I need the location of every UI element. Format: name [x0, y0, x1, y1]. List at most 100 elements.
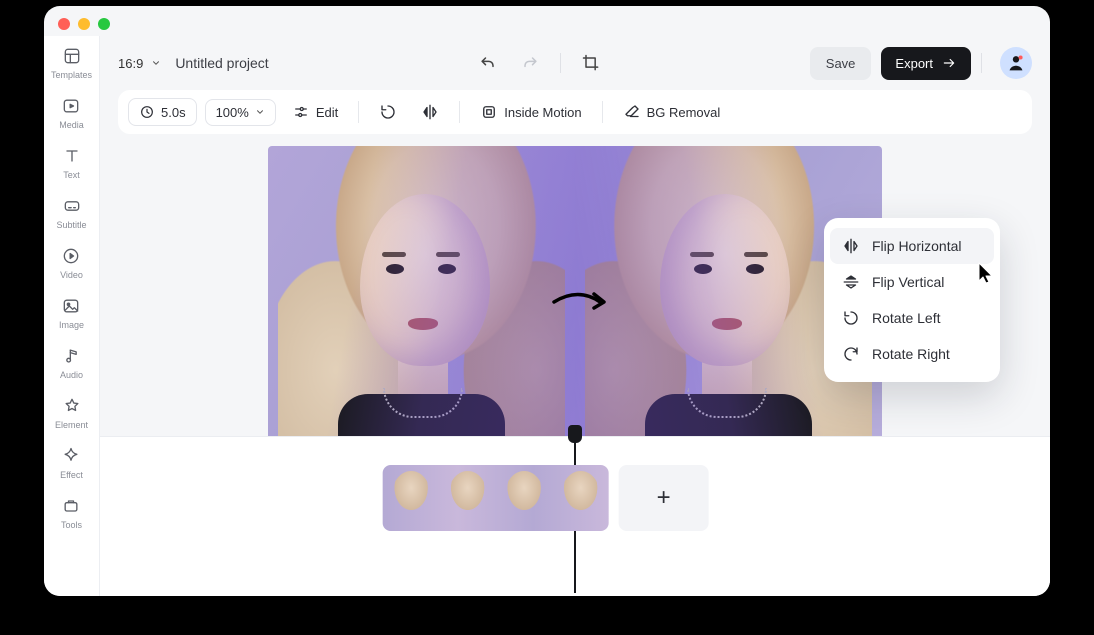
sidebar-item-audio[interactable]: Audio: [60, 346, 83, 380]
edit-label: Edit: [316, 105, 338, 120]
effect-icon: [61, 446, 81, 466]
sidebar-label: Subtitle: [56, 220, 86, 230]
editing-toolbar: 5.0s 100% Edit Inside Motion: [118, 90, 1032, 134]
context-menu-item-flip-vertical[interactable]: Flip Vertical: [824, 264, 1000, 300]
inside-motion-button[interactable]: Inside Motion: [472, 99, 589, 125]
user-avatar[interactable]: [1000, 47, 1032, 79]
zoom-value: 100%: [216, 105, 249, 120]
chevron-down-icon: [255, 107, 265, 117]
context-menu-label: Flip Vertical: [872, 274, 944, 290]
timeline-clips: +: [383, 465, 709, 531]
context-menu: Flip Horizontal Flip Vertical Rotate Lef…: [824, 218, 1000, 382]
project-name[interactable]: Untitled project: [175, 55, 268, 71]
aspect-ratio-dropdown[interactable]: 16:9: [118, 56, 161, 71]
divider: [358, 101, 359, 123]
divider: [560, 53, 561, 73]
audio-icon: [62, 346, 82, 366]
rotate-right-icon: [842, 345, 860, 363]
sidebar-item-tools[interactable]: Tools: [61, 496, 82, 530]
sidebar-label: Video: [60, 270, 83, 280]
text-icon: [62, 146, 82, 166]
context-menu-item-flip-horizontal[interactable]: Flip Horizontal: [830, 228, 994, 264]
app-window: Templates Media Text Subtitle Video Imag…: [44, 6, 1050, 596]
motion-icon: [480, 103, 498, 121]
sidebar-item-video[interactable]: Video: [60, 246, 83, 280]
sidebar-item-element[interactable]: Element: [55, 396, 88, 430]
sidebar-item-image[interactable]: Image: [59, 296, 84, 330]
sidebar-label: Effect: [60, 470, 83, 480]
context-menu-label: Flip Horizontal: [872, 238, 961, 254]
save-button-label: Save: [826, 56, 856, 71]
rotate-button[interactable]: [371, 99, 405, 125]
sidebar-label: Image: [59, 320, 84, 330]
flip-vertical-icon: [842, 273, 860, 291]
sidebar-label: Media: [59, 120, 84, 130]
top-bar: 16:9 Untitled project Save Expor: [100, 36, 1050, 90]
crop-button[interactable]: [579, 51, 603, 75]
divider: [981, 53, 982, 73]
sidebar-label: Text: [63, 170, 80, 180]
save-button[interactable]: Save: [810, 47, 872, 80]
flip-horizontal-icon: [421, 103, 439, 121]
canvas-image-left: [268, 146, 575, 466]
sidebar-label: Audio: [60, 370, 83, 380]
sidebar-label: Templates: [51, 70, 92, 80]
crop-icon: [581, 53, 601, 73]
context-menu-label: Rotate Left: [872, 310, 941, 326]
bg-removal-label: BG Removal: [647, 105, 721, 120]
divider: [459, 101, 460, 123]
edit-button[interactable]: Edit: [284, 99, 346, 125]
duration-pill[interactable]: 5.0s: [128, 98, 197, 126]
redo-icon: [520, 53, 540, 73]
arrow-right-icon: [941, 56, 957, 70]
context-menu-label: Rotate Right: [872, 346, 950, 362]
rotate-left-icon: [842, 309, 860, 327]
timeline[interactable]: +: [100, 436, 1050, 596]
inside-motion-label: Inside Motion: [504, 105, 581, 120]
sidebar-item-media[interactable]: Media: [59, 96, 84, 130]
close-window-icon[interactable]: [58, 18, 70, 30]
export-button-label: Export: [895, 56, 933, 71]
flip-button[interactable]: [413, 99, 447, 125]
aspect-ratio-value: 16:9: [118, 56, 143, 71]
sidebar-label: Tools: [61, 520, 82, 530]
rotate-icon: [379, 103, 397, 121]
avatar-icon: [1005, 52, 1027, 74]
add-clip-button[interactable]: +: [619, 465, 709, 531]
sliders-icon: [292, 103, 310, 121]
export-button[interactable]: Export: [881, 47, 971, 80]
bg-removal-button[interactable]: BG Removal: [615, 99, 729, 125]
canvas[interactable]: [268, 146, 882, 466]
sidebar-item-subtitle[interactable]: Subtitle: [56, 196, 86, 230]
media-icon: [61, 96, 81, 116]
maximize-window-icon[interactable]: [98, 18, 110, 30]
video-icon: [61, 246, 81, 266]
add-clip-label: +: [657, 484, 671, 512]
undo-icon: [478, 53, 498, 73]
templates-icon: [62, 46, 82, 66]
window-controls: [58, 18, 110, 30]
image-icon: [61, 296, 81, 316]
zoom-pill[interactable]: 100%: [205, 99, 276, 126]
subtitle-icon: [62, 196, 82, 216]
timeline-clip[interactable]: [383, 465, 609, 531]
flip-horizontal-icon: [842, 237, 860, 255]
tools-icon: [61, 496, 81, 516]
duration-value: 5.0s: [161, 105, 186, 120]
chevron-down-icon: [151, 58, 161, 68]
arrow-right-icon: [550, 284, 610, 324]
sidebar-item-templates[interactable]: Templates: [51, 46, 92, 80]
undo-button[interactable]: [476, 51, 500, 75]
left-sidebar: Templates Media Text Subtitle Video Imag…: [44, 36, 100, 596]
sidebar-item-text[interactable]: Text: [62, 146, 82, 180]
cursor-icon: [978, 262, 994, 284]
context-menu-item-rotate-right[interactable]: Rotate Right: [824, 336, 1000, 372]
context-menu-item-rotate-left[interactable]: Rotate Left: [824, 300, 1000, 336]
clock-icon: [139, 104, 155, 120]
divider: [602, 101, 603, 123]
sidebar-item-effect[interactable]: Effect: [60, 446, 83, 480]
element-icon: [62, 396, 82, 416]
sidebar-label: Element: [55, 420, 88, 430]
redo-button[interactable]: [518, 51, 542, 75]
minimize-window-icon[interactable]: [78, 18, 90, 30]
